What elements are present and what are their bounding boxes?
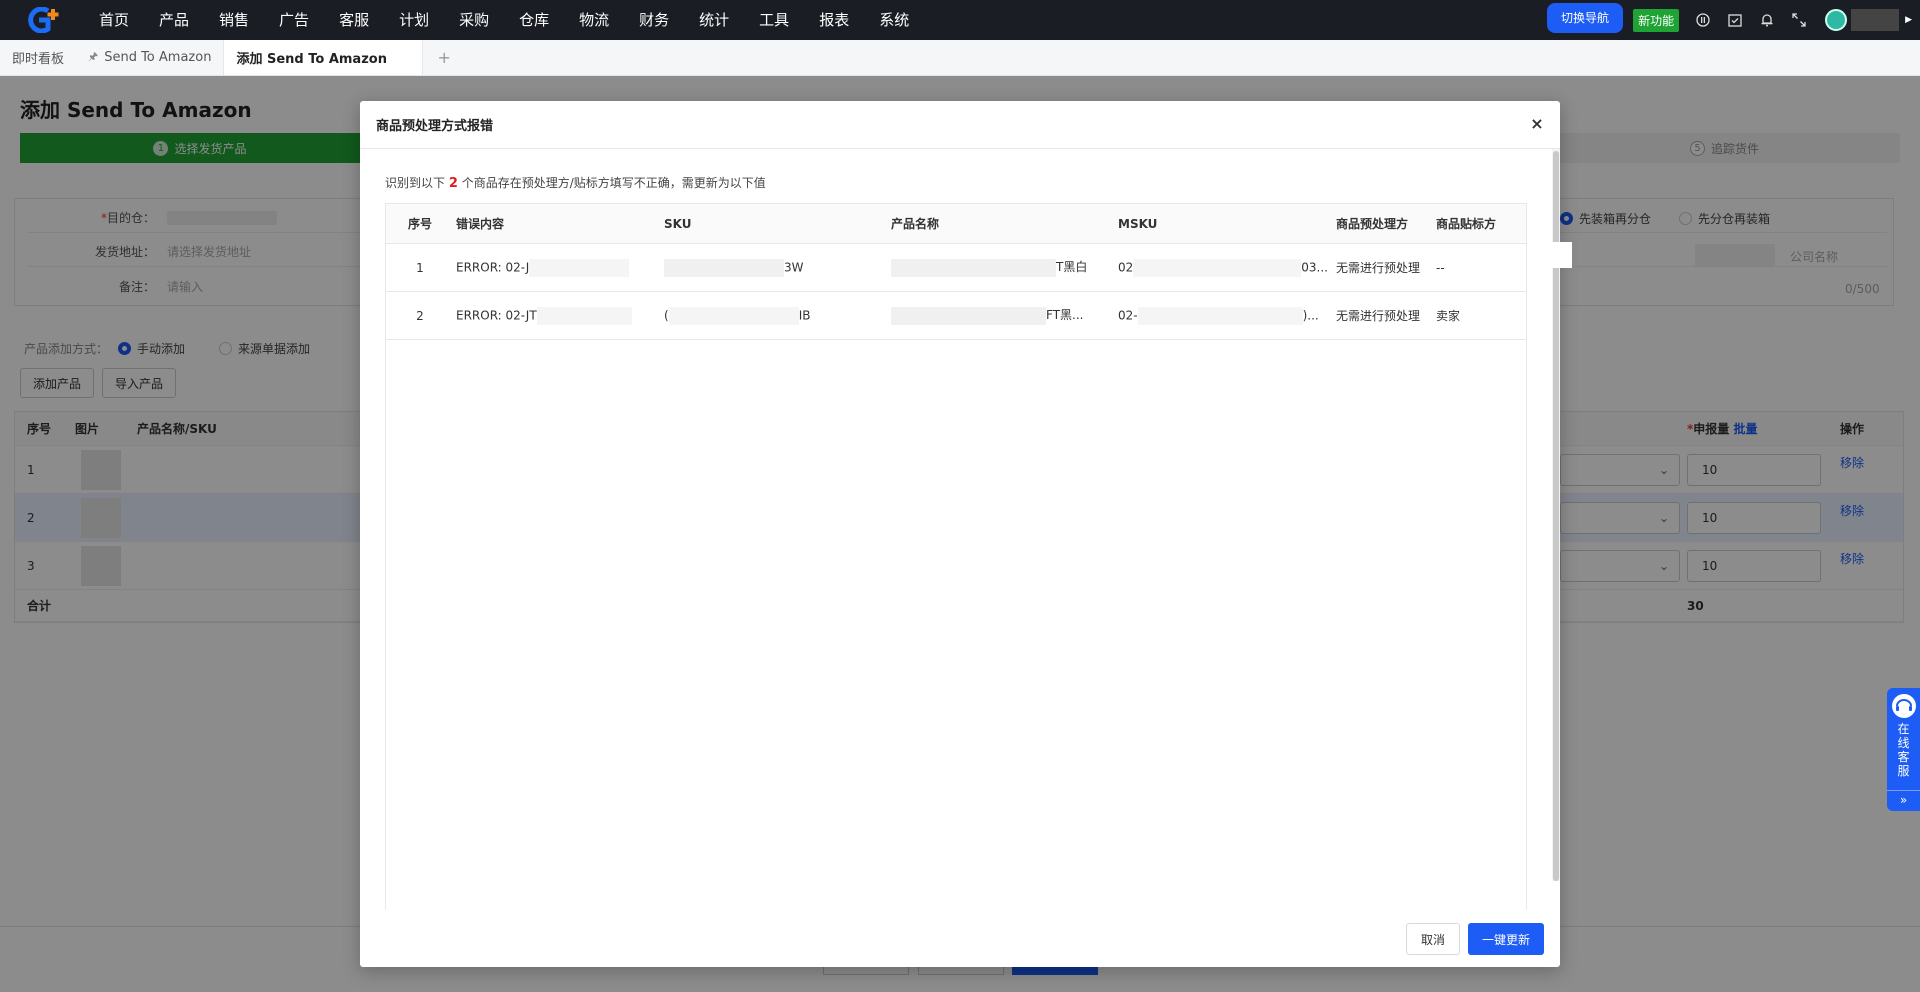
row-prep-owner: 无需进行预处理 [1336,309,1421,323]
nav-plan[interactable]: 计划 [384,0,444,40]
row-error: ERROR: 02-JT [454,306,654,325]
pin-icon[interactable]: 🖈 [88,48,98,67]
prep-error-modal: 商品预处理方式报错 × 识别到以下 2 个商品存在预处理方/贴标方填写不正确，需… [360,101,1560,967]
nav-sales[interactable]: 销售 [204,0,264,40]
col-label-owner: 商品贴标方 [1436,217,1497,231]
row-idx: 2 [416,308,424,323]
table-header: 序号 错误内容 SKU 产品名称 MSKU 商品预处理方 商品贴标方 [386,204,1526,244]
nav-purchase[interactable]: 采购 [444,0,504,40]
tab-send-to-amazon[interactable]: 🖈 Send To Amazon [76,40,223,75]
error-table: 序号 错误内容 SKU 产品名称 MSKU 商品预处理方 商品贴标方 1 ERR… [385,203,1527,910]
avatar[interactable] [1825,9,1848,31]
tab-label: 添加 Send To Amazon [236,52,387,67]
redacted-text [536,306,632,325]
modal-notice: 识别到以下 2 个商品存在预处理方/贴标方填写不正确，需更新为以下值 [385,176,766,191]
tab-label: Send To Amazon [104,50,212,65]
nav-ads[interactable]: 广告 [264,0,324,40]
modal-header: 商品预处理方式报错 × [360,101,1560,149]
nav-home[interactable]: 首页 [84,0,144,40]
bell-icon[interactable] [1759,12,1775,28]
chat-label: 在线客服 [1897,722,1910,778]
row-label-owner: 卖家 [1436,309,1461,323]
switch-nav-button[interactable]: 切换导航 [1547,3,1624,33]
main-menu: 首页 产品 销售 广告 客服 计划 采购 仓库 物流 财务 统计 工具 报表 系… [84,0,924,40]
username[interactable] [1851,9,1900,31]
nav-product[interactable]: 产品 [144,0,204,40]
col-idx: 序号 [407,217,432,231]
row-sku: 3W [654,258,881,277]
page-tabs: 即时看板 🖈 Send To Amazon 添加 Send To Amazon + [0,40,1920,76]
row-product-name: T黑白 [881,258,1108,277]
new-feature-badge[interactable]: 新功能 [1633,8,1680,32]
update-all-button[interactable]: 一键更新 [1467,923,1544,955]
page-edge [1548,242,1572,268]
col-error: 错误内容 [456,217,505,231]
col-prep-owner: 商品预处理方 [1336,217,1409,231]
logo-icon [28,7,59,33]
col-sku: SKU [664,216,692,231]
redacted-text [668,306,799,325]
row-prep-owner: 无需进行预处理 [1336,261,1421,275]
caret-right-icon[interactable]: ▶ [1905,15,1912,25]
table-row: 2 ERROR: 02-JT (IB FT黑... 02-)... 无需进行预处… [386,292,1526,340]
redacted-text [891,258,1056,277]
chat-bubble-icon [1891,694,1916,718]
fullscreen-icon[interactable] [1791,12,1807,28]
redacted-text [1133,258,1302,277]
expand-icon[interactable]: » [1887,790,1920,807]
add-tab-button[interactable]: + [423,40,464,75]
cancel-button[interactable]: 取消 [1405,923,1460,955]
tab-add-send-to-amazon[interactable]: 添加 Send To Amazon [223,40,424,75]
table-row: 1 ERROR: 02-J 3W T黑白 02 03... 无需进行预处理 -- [386,244,1526,292]
col-product-name: 产品名称 [891,217,940,231]
row-sku: (IB [654,306,881,325]
row-product-name: FT黑... [881,306,1108,325]
pause-circle-icon[interactable] [1695,12,1711,28]
app-logo[interactable] [12,0,72,40]
nav-right-tools: 切换导航 新功能 ▶ [1547,0,1920,40]
nav-warehouse[interactable]: 仓库 [504,0,564,40]
online-service-widget[interactable]: 在线客服 » [1887,688,1920,811]
row-msku: 02-)... [1108,306,1336,325]
row-error: ERROR: 02-J [454,258,654,277]
row-idx: 1 [416,260,424,275]
nav-service[interactable]: 客服 [324,0,384,40]
top-nav: 首页 产品 销售 广告 客服 计划 采购 仓库 物流 财务 统计 工具 报表 系… [0,0,1920,40]
col-msku: MSKU [1118,216,1158,231]
row-msku: 02 03... [1108,258,1336,277]
nav-reports[interactable]: 报表 [804,0,864,40]
nav-tools[interactable]: 工具 [744,0,804,40]
close-icon[interactable]: × [1528,115,1546,133]
redacted-text [529,258,630,277]
nav-finance[interactable]: 财务 [624,0,684,40]
nav-stats[interactable]: 统计 [684,0,744,40]
modal-title: 商品预处理方式报错 [376,119,494,134]
nav-system[interactable]: 系统 [864,0,924,40]
nav-logistics[interactable]: 物流 [564,0,624,40]
modal-footer: 取消 一键更新 [1405,923,1544,955]
tab-label: 即时看板 [12,52,65,67]
error-count: 2 [448,176,458,191]
redacted-text [664,258,784,277]
tab-dashboard[interactable]: 即时看板 [0,40,76,75]
row-label-owner: -- [1436,260,1445,275]
calendar-check-icon[interactable] [1727,12,1743,28]
redacted-text [1137,306,1303,325]
redacted-text [891,306,1046,325]
